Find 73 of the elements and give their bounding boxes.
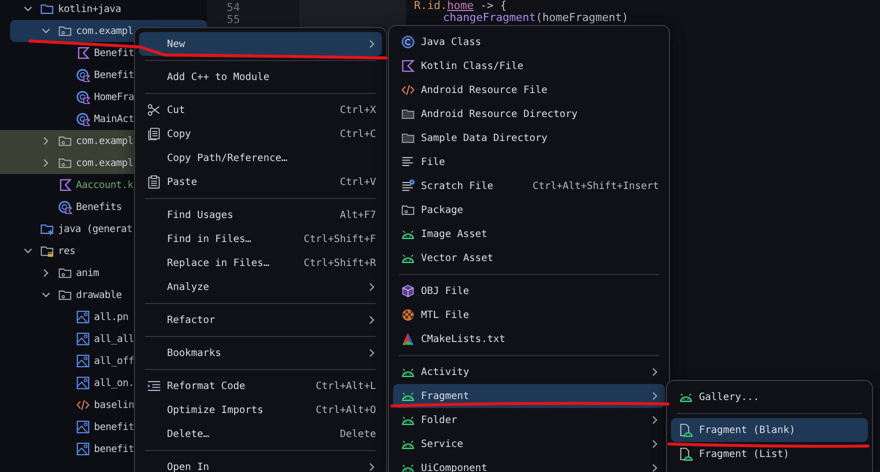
menu-item[interactable]: Replace in Files… Ctrl+Shift+R xyxy=(139,251,382,275)
resource-folder-icon xyxy=(40,244,54,258)
k-file-icon xyxy=(401,59,415,73)
code-line: R.id.home -> { xyxy=(414,0,508,12)
folder-icon xyxy=(40,2,54,16)
menu-item[interactable]: Android Resource Directory xyxy=(393,102,665,126)
code-icon xyxy=(76,398,90,412)
cube-icon xyxy=(401,284,415,298)
image-icon xyxy=(76,310,90,324)
package-icon xyxy=(401,203,415,217)
menu-item[interactable]: Fragment (List) xyxy=(671,442,868,466)
package-icon xyxy=(58,266,72,280)
image-icon xyxy=(76,332,90,346)
image-icon xyxy=(76,376,90,390)
code-icon xyxy=(401,83,415,97)
code-line: changeFragment(homeFragment) xyxy=(442,12,628,24)
indent-lines-icon xyxy=(147,379,161,393)
folder-icon xyxy=(401,131,415,145)
generated-folder-icon xyxy=(40,222,54,236)
image-icon xyxy=(76,442,90,456)
image-icon xyxy=(76,420,90,434)
k-file-icon xyxy=(76,46,90,60)
menu-item[interactable]: Fragment (Blank) xyxy=(671,418,868,442)
package-icon xyxy=(58,288,72,302)
triangle-icon xyxy=(401,332,415,346)
package-icon xyxy=(58,156,72,170)
clipboard-icon xyxy=(147,175,161,189)
menu-item[interactable]: OBJ File xyxy=(393,279,665,303)
scratch-file-icon xyxy=(401,179,415,193)
folder-icon xyxy=(401,107,415,121)
menu-item[interactable]: New xyxy=(139,32,382,56)
menu-item[interactable]: Gallery... xyxy=(671,385,868,409)
menu-item[interactable]: Image Asset xyxy=(393,222,665,246)
class-icon xyxy=(401,35,415,49)
package-icon xyxy=(58,134,72,148)
class-icon xyxy=(58,200,72,214)
menu-item[interactable]: Analyze xyxy=(139,275,382,299)
scissors-icon xyxy=(147,103,161,117)
text-lines-icon xyxy=(401,155,415,169)
class-icon xyxy=(76,90,90,104)
menu-item[interactable]: Reformat Code Ctrl+Alt+L xyxy=(139,374,382,398)
menu-item[interactable]: Refactor xyxy=(139,308,382,332)
menu-item[interactable]: Find in Files… Ctrl+Shift+F xyxy=(139,227,382,251)
class-icon xyxy=(76,68,90,82)
menu-item[interactable]: Package xyxy=(393,198,665,222)
package-icon xyxy=(58,24,72,38)
menu-item[interactable]: Kotlin Class/File xyxy=(393,54,665,78)
menu-item[interactable]: MTL File xyxy=(393,303,665,327)
fragment-file-icon xyxy=(679,447,693,461)
menu-item[interactable]: Add C++ to Module xyxy=(139,65,382,89)
menu-item[interactable]: Find Usages Alt+F7 xyxy=(139,203,382,227)
copy-icon xyxy=(147,127,161,141)
line-number: 54 xyxy=(226,2,240,14)
menu-item[interactable]: Android Resource File xyxy=(393,78,665,102)
checker-ball-icon xyxy=(401,308,415,322)
menu-item[interactable]: Bookmarks xyxy=(139,341,382,365)
menu-item[interactable]: Cut Ctrl+X xyxy=(139,98,382,122)
menu-item[interactable]: Optimize Imports Ctrl+Alt+O xyxy=(139,398,382,422)
fragment-file-icon xyxy=(679,423,693,437)
menu-item[interactable]: File xyxy=(393,150,665,174)
menu-item[interactable]: Service xyxy=(393,432,665,456)
menu-item[interactable]: Activity xyxy=(393,360,665,384)
menu-item[interactable]: Scratch File Ctrl+Alt+Shift+Insert xyxy=(393,174,665,198)
class-icon xyxy=(76,112,90,126)
menu-item[interactable]: Java Class xyxy=(393,30,665,54)
tree-item[interactable]: kotlin+java xyxy=(0,0,207,20)
menu-item[interactable]: Sample Data Directory xyxy=(393,126,665,150)
image-icon xyxy=(76,354,90,368)
menu-item[interactable]: CMakeLists.txt xyxy=(393,327,665,351)
menu-item[interactable]: Folder xyxy=(393,408,665,432)
k-file-icon xyxy=(58,178,72,192)
line-number: 55 xyxy=(226,14,240,26)
menu-item[interactable]: Vector Asset xyxy=(393,246,665,270)
